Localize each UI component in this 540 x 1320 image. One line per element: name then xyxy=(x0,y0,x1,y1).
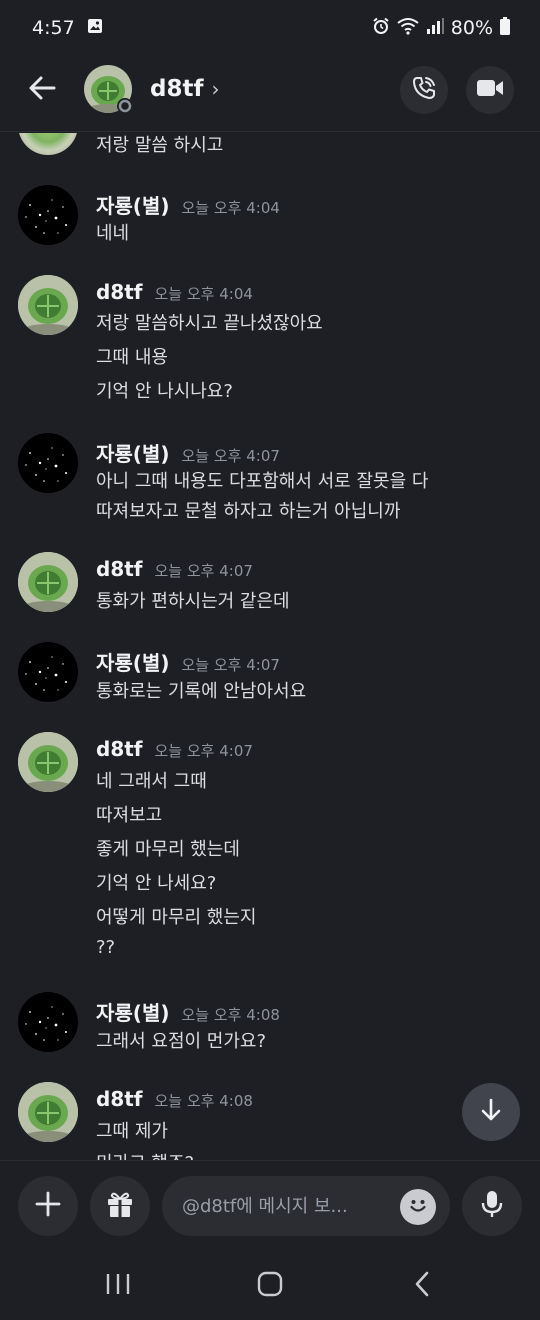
message-author[interactable]: 자룡(별) xyxy=(96,438,169,467)
message-text: 통화가 편하시는거 같은데 xyxy=(96,591,290,612)
gallery-icon xyxy=(87,17,103,39)
microphone-icon xyxy=(479,1189,505,1223)
message-composer xyxy=(0,1160,540,1248)
message-text: 어떻게 마무리 했는지 xyxy=(96,907,257,928)
message-header: 자룡(별) 오늘 오후 4:08 xyxy=(96,997,280,1026)
wifi-icon xyxy=(397,17,419,40)
message-text: 네네 xyxy=(96,223,130,244)
message-author[interactable]: d8tf xyxy=(96,1087,143,1111)
message-text: 아니 그때 내용도 다포함해서 서로 잘못을 다 xyxy=(96,471,429,492)
attach-button[interactable] xyxy=(18,1176,78,1236)
gift-icon xyxy=(105,1189,135,1223)
phone-call-icon xyxy=(411,75,437,105)
back-button[interactable] xyxy=(24,72,60,108)
message-text: 기억 안 나세요? xyxy=(96,873,217,894)
home-button[interactable] xyxy=(240,1262,300,1310)
message-text: 네 그래서 그때 xyxy=(96,771,207,792)
avatar[interactable] xyxy=(18,552,78,612)
message-text: 기억 안 나시나요? xyxy=(96,381,233,402)
system-nav-bar xyxy=(0,1248,540,1320)
message-header: d8tf 오늘 오후 4:07 xyxy=(96,737,253,761)
message-text: 좋게 마무리 했는데 xyxy=(96,839,240,860)
arrow-down-icon xyxy=(478,1097,504,1127)
recent-apps-button[interactable] xyxy=(88,1262,148,1310)
message-header: d8tf 오늘 오후 4:08 xyxy=(96,1087,253,1111)
message-timestamp: 오늘 오후 4:04 xyxy=(154,285,253,303)
avatar[interactable] xyxy=(18,642,78,702)
recent-apps-icon xyxy=(105,1272,131,1300)
emoji-button[interactable] xyxy=(400,1189,436,1225)
avatar[interactable] xyxy=(18,433,78,493)
message-text: 저랑 말씀 하시고 xyxy=(96,135,224,156)
message-list[interactable]: 저랑 말씀 하시고 자룡(별) 오늘 오후 4:04 네네 d8tf 오늘 오후… xyxy=(0,133,540,1160)
message-header: 자룡(별) 오늘 오후 4:04 xyxy=(96,190,280,219)
message-text: 그때 제가 xyxy=(96,1121,168,1142)
message-timestamp: 오늘 오후 4:07 xyxy=(154,562,253,580)
battery-percent: 80% xyxy=(450,17,493,39)
message-text: 따져보자고 문철 하자고 하는거 아닙니까 xyxy=(96,501,401,522)
message-author[interactable]: d8tf xyxy=(96,280,143,304)
avatar[interactable] xyxy=(18,185,78,245)
message-timestamp: 오늘 오후 4:07 xyxy=(181,656,280,674)
chat-header: d8tf › xyxy=(0,56,540,132)
message-text: 그래서 요점이 먼가요? xyxy=(96,1031,267,1052)
emoji-icon xyxy=(404,1191,432,1223)
chat-title-text: d8tf xyxy=(150,76,204,102)
system-back-button[interactable] xyxy=(392,1262,452,1310)
avatar[interactable] xyxy=(18,732,78,792)
message-header: 자룡(별) 오늘 오후 4:07 xyxy=(96,438,280,467)
message-text: 통화로는 기록에 안남아서요 xyxy=(96,681,307,702)
voice-call-button[interactable] xyxy=(400,66,448,114)
status-bar: 4:57 80% xyxy=(0,0,540,56)
chevron-right-icon: › xyxy=(211,77,220,101)
chat-title[interactable]: d8tf › xyxy=(150,76,219,102)
message-text: 그때 내용 xyxy=(96,347,168,368)
message-header: 자룡(별) 오늘 오후 4:07 xyxy=(96,647,280,676)
message-text: 저랑 말씀하시고 끝나셨잖아요 xyxy=(96,313,323,334)
back-arrow-icon xyxy=(27,73,57,107)
video-call-button[interactable] xyxy=(466,66,514,114)
back-icon xyxy=(412,1270,432,1302)
message-text: ?? xyxy=(96,937,116,958)
message-header: d8tf 오늘 오후 4:07 xyxy=(96,557,253,581)
avatar[interactable] xyxy=(18,133,78,155)
alarm-icon xyxy=(372,17,390,40)
message-timestamp: 오늘 오후 4:07 xyxy=(181,447,280,465)
message-author[interactable]: d8tf xyxy=(96,557,143,581)
message-author[interactable]: 자룡(별) xyxy=(96,190,169,219)
gift-button[interactable] xyxy=(90,1176,150,1236)
message-timestamp: 오늘 오후 4:07 xyxy=(154,742,253,760)
message-timestamp: 오늘 오후 4:08 xyxy=(181,1006,280,1024)
signal-icon xyxy=(426,17,444,39)
message-author[interactable]: d8tf xyxy=(96,737,143,761)
message-header: d8tf 오늘 오후 4:04 xyxy=(96,280,253,304)
voice-message-button[interactable] xyxy=(462,1176,522,1236)
status-time: 4:57 xyxy=(32,17,75,39)
jump-to-bottom-button[interactable] xyxy=(462,1083,520,1141)
battery-icon xyxy=(500,16,510,40)
message-timestamp: 오늘 오후 4:04 xyxy=(181,199,280,217)
message-text: 미라고 했죠? xyxy=(96,1149,194,1160)
message-author[interactable]: 자룡(별) xyxy=(96,647,169,676)
avatar[interactable] xyxy=(18,1082,78,1142)
header-avatar[interactable] xyxy=(84,65,134,115)
message-author[interactable]: 자룡(별) xyxy=(96,997,169,1026)
plus-icon xyxy=(34,1190,62,1222)
message-text: 따져보고 xyxy=(96,805,163,826)
avatar[interactable] xyxy=(18,275,78,335)
video-camera-icon xyxy=(476,77,504,103)
home-icon xyxy=(256,1270,284,1302)
message-timestamp: 오늘 오후 4:08 xyxy=(154,1092,253,1110)
avatar[interactable] xyxy=(18,992,78,1052)
